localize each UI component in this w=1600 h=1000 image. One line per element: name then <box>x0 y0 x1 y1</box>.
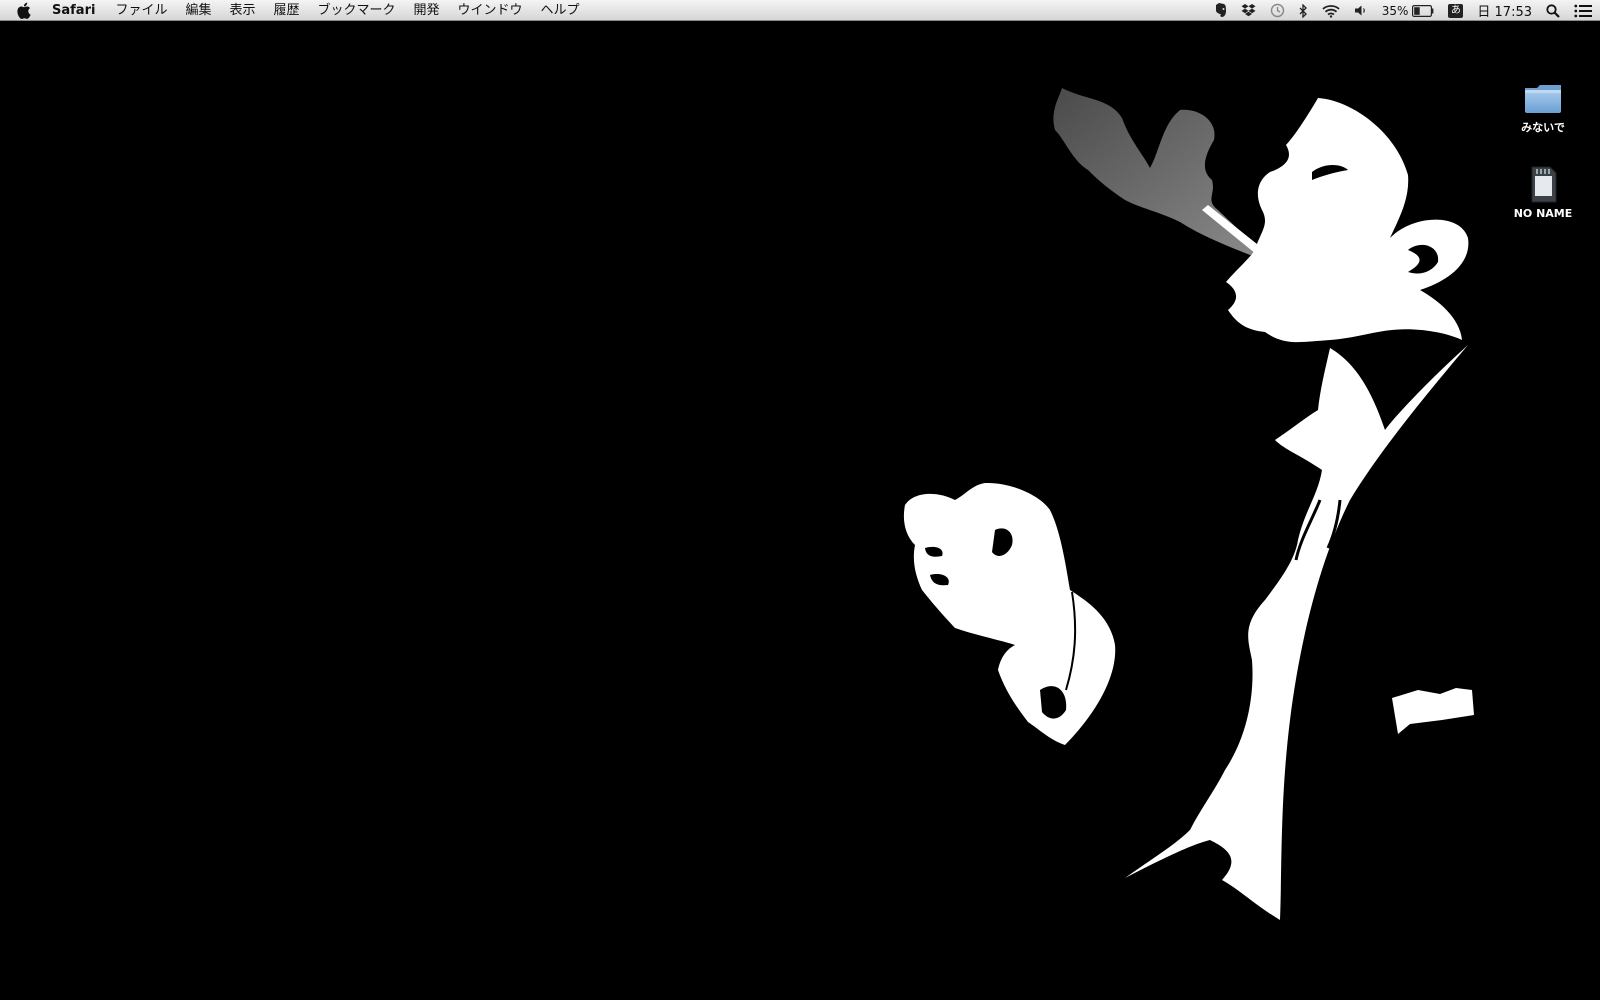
input-method-icon[interactable]: あ <box>1448 0 1464 21</box>
spotlight-icon[interactable] <box>1546 0 1560 21</box>
menu-help[interactable]: ヘルプ <box>541 0 580 21</box>
menu-bar-status-area: 35% あ 日 17:53 <box>1200 0 1600 21</box>
desktop-icon-sd-card[interactable]: NO NAME <box>1503 166 1583 220</box>
menu-view[interactable]: 表示 <box>229 0 255 21</box>
menu-app-name[interactable]: Safari <box>52 0 95 21</box>
menu-edit[interactable]: 編集 <box>185 0 211 21</box>
apple-icon[interactable] <box>16 1 32 19</box>
time-machine-icon[interactable] <box>1270 0 1285 21</box>
dropbox-icon[interactable] <box>1241 0 1256 21</box>
input-method-label: あ <box>1448 3 1464 18</box>
sd-card-icon <box>1531 166 1557 203</box>
notification-center-icon[interactable] <box>1574 0 1592 21</box>
volume-icon[interactable] <box>1354 0 1368 21</box>
clock[interactable]: 日 17:53 <box>1477 0 1532 21</box>
menu-develop[interactable]: 開発 <box>414 0 440 21</box>
evernote-icon[interactable] <box>1214 0 1227 21</box>
menu-bar: Safari ファイル 編集 表示 履歴 ブックマーク 開発 ウインドウ ヘルプ <box>0 0 1600 21</box>
desktop-icon-label: NO NAME <box>1513 207 1573 220</box>
bluetooth-icon[interactable] <box>1299 0 1308 21</box>
desktop: Safari ファイル 編集 表示 履歴 ブックマーク 開発 ウインドウ ヘルプ <box>0 0 1600 1000</box>
battery-icon <box>1412 4 1434 17</box>
menu-bar-left: Safari ファイル 編集 表示 履歴 ブックマーク 開発 ウインドウ ヘルプ <box>0 0 598 21</box>
desktop-icon-label: みないで <box>1521 121 1565 134</box>
menu-window[interactable]: ウインドウ <box>458 0 523 21</box>
wifi-icon[interactable] <box>1322 0 1340 21</box>
battery-status[interactable]: 35% <box>1382 0 1435 21</box>
menu-file[interactable]: ファイル <box>115 0 167 21</box>
battery-percent: 35% <box>1381 3 1409 18</box>
desktop-icon-folder[interactable]: みないで <box>1503 82 1583 135</box>
folder-icon <box>1525 85 1561 113</box>
menu-history[interactable]: 履歴 <box>273 0 299 21</box>
menu-bookmarks[interactable]: ブックマーク <box>318 0 396 21</box>
wallpaper <box>0 21 1600 1000</box>
